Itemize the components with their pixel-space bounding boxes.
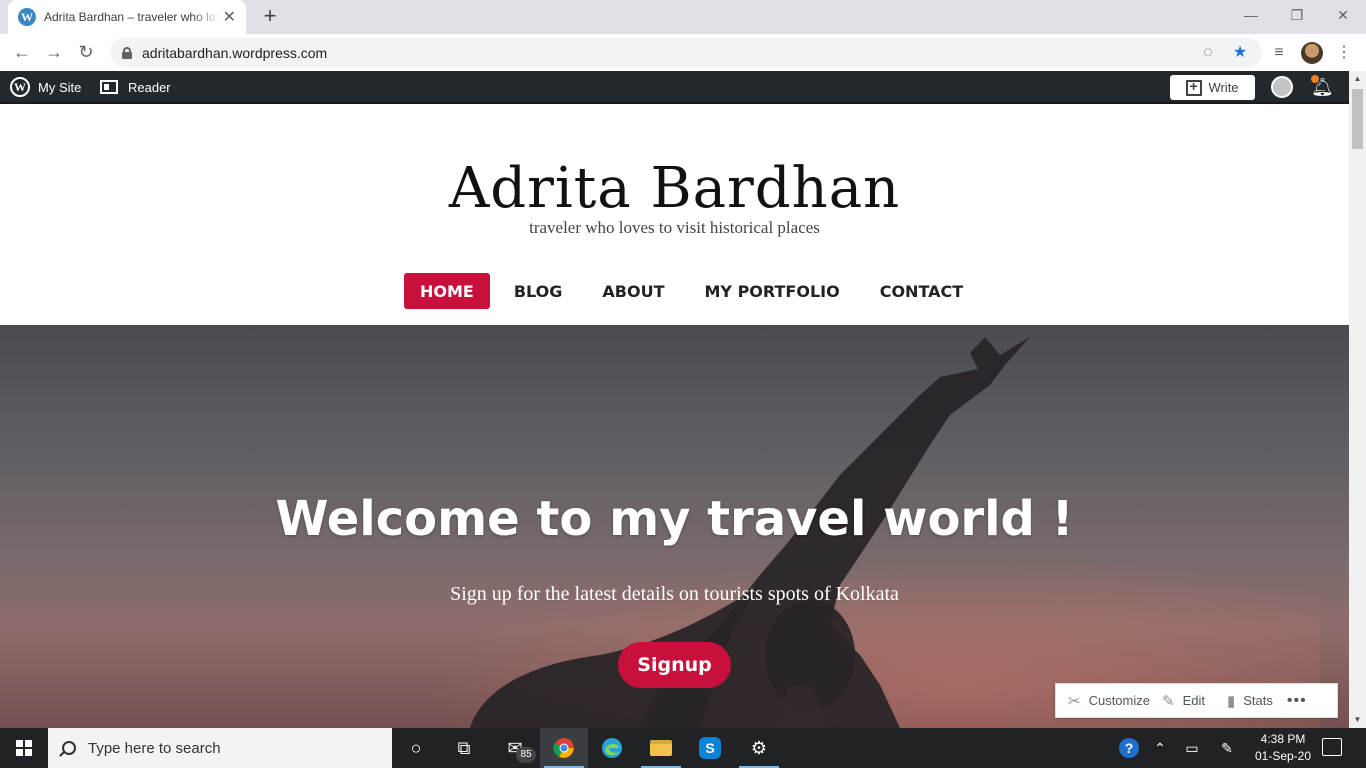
cortana-icon[interactable]: ○ — [392, 728, 440, 768]
scroll-down-icon[interactable]: ▼ — [1349, 712, 1366, 728]
chrome-logo-icon — [553, 738, 574, 758]
edge-app-icon[interactable] — [588, 728, 636, 768]
minimize-button[interactable]: — — [1228, 0, 1274, 30]
taskbar-clock[interactable]: 4:38 PM 01-Sep-20 — [1250, 731, 1316, 765]
taskbar-search[interactable]: Type here to search — [48, 728, 392, 768]
hero-section: Welcome to my travel world ! Sign up for… — [0, 325, 1349, 728]
menu-item-my-portfolio[interactable]: MY PORTFOLIO — [689, 273, 856, 309]
media-control-icon[interactable]: ≡ — [1269, 43, 1289, 63]
reader-link[interactable]: Reader — [100, 71, 171, 103]
forward-button[interactable]: → — [42, 40, 66, 64]
scrollbar-thumb[interactable] — [1352, 89, 1363, 149]
back-button[interactable]: ← — [10, 40, 34, 64]
menu-item-contact[interactable]: CONTACT — [864, 273, 979, 309]
tab-title: Adrita Bardhan – traveler who loves to v… — [44, 10, 219, 24]
lock-icon — [122, 46, 132, 59]
menu-item-about[interactable]: ABOUT — [586, 273, 680, 309]
more-options-icon[interactable]: ••• — [1287, 692, 1307, 710]
primary-menu: HOME BLOG ABOUT MY PORTFOLIO CONTACT — [404, 273, 987, 309]
site-title[interactable]: Adrita Bardhan — [0, 156, 1349, 221]
wordpress-logo-icon: W — [10, 77, 30, 97]
stats-button[interactable]: ▮ Stats — [1227, 692, 1273, 710]
search-placeholder: Type here to search — [88, 739, 221, 757]
skype-app-icon[interactable]: S — [686, 728, 734, 768]
file-explorer-icon[interactable] — [637, 728, 685, 768]
hero-title: Welcome to my travel world ! — [275, 491, 1074, 547]
browser-menu-icon[interactable]: ⋮ — [1334, 43, 1354, 63]
browser-tab[interactable]: W Adrita Bardhan – traveler who loves to… — [8, 0, 246, 34]
restore-button[interactable]: ❐ — [1274, 0, 1320, 30]
wp-admin-bar: W My Site Reader Write 🔔︎ — [0, 71, 1349, 104]
action-center-icon[interactable] — [1322, 738, 1342, 756]
site-tagline: traveler who loves to visit historical p… — [529, 218, 820, 237]
site-edit-toolbar: ✂ Customize ✎ Edit ▮ Stats ••• — [1055, 683, 1338, 718]
clock-time: 4:38 PM — [1260, 732, 1306, 746]
search-icon — [62, 741, 76, 755]
windows-logo-icon — [16, 740, 32, 756]
edit-label: Edit — [1182, 693, 1205, 708]
gear-icon: ⚙ — [750, 737, 768, 758]
tracking-blocked-icon[interactable]: ◌ — [1198, 43, 1218, 63]
bar-chart-icon: ▮ — [1226, 692, 1236, 710]
my-site-link[interactable]: W My Site — [10, 71, 81, 103]
reload-button[interactable]: ↻ — [74, 40, 98, 64]
pen-workspace-icon[interactable]: ✎ — [1210, 728, 1244, 768]
edit-button[interactable]: ✎ Edit — [1162, 692, 1205, 710]
address-bar[interactable]: adritabardhan.wordpress.com — [110, 38, 1262, 67]
page-scrollbar[interactable]: ▲ ▼ — [1349, 71, 1366, 728]
mail-unread-badge: 85 — [516, 747, 536, 763]
site-page: Adrita Bardhan traveler who loves to vis… — [0, 104, 1349, 728]
new-tab-button[interactable]: + — [258, 4, 282, 28]
write-icon — [1186, 78, 1203, 96]
skype-logo-icon: S — [699, 737, 721, 759]
help-icon[interactable]: ? — [1114, 728, 1144, 768]
bookmark-star-icon[interactable]: ★ — [1230, 43, 1250, 63]
start-button[interactable] — [0, 728, 48, 768]
folder-icon — [650, 740, 672, 756]
customize-label: Customize — [1088, 693, 1150, 708]
windows-taskbar: Type here to search ○ ⧉ ✉ S ⚙ ? ⌃ ▭ ✎ 4:… — [0, 728, 1366, 768]
wordpress-favicon-icon: W — [18, 8, 36, 26]
reader-label: Reader — [128, 79, 171, 95]
write-button[interactable]: Write — [1170, 75, 1255, 100]
tools-icon: ✂ — [1068, 692, 1081, 710]
user-avatar[interactable] — [1271, 76, 1293, 98]
chrome-app-icon[interactable] — [540, 728, 588, 768]
profile-avatar[interactable] — [1301, 42, 1323, 64]
browser-toolbar: ← → ↻ adritabardhan.wordpress.com ◌ ★ ≡ … — [0, 34, 1366, 71]
task-view-icon[interactable]: ⧉ — [440, 728, 488, 768]
menu-item-blog[interactable]: BLOG — [498, 273, 579, 309]
signup-button[interactable]: Signup — [618, 642, 731, 688]
scroll-up-icon[interactable]: ▲ — [1349, 71, 1366, 87]
stats-label: Stats — [1243, 693, 1273, 708]
battery-icon[interactable]: ▭ — [1178, 728, 1206, 768]
question-icon: ? — [1119, 738, 1139, 758]
clock-date: 01-Sep-20 — [1254, 749, 1312, 763]
notification-dot — [1311, 75, 1319, 83]
close-window-button[interactable]: ✕ — [1320, 0, 1366, 30]
show-hidden-icons[interactable]: ⌃ — [1148, 728, 1172, 768]
customize-button[interactable]: ✂ Customize — [1068, 692, 1150, 710]
write-label: Write — [1208, 80, 1239, 95]
hero-subtitle: Sign up for the latest details on touris… — [450, 583, 899, 605]
reader-icon — [100, 80, 118, 94]
my-site-label: My Site — [38, 79, 82, 95]
url-text: adritabardhan.wordpress.com — [142, 44, 328, 61]
pencil-icon: ✎ — [1162, 692, 1175, 710]
browser-tabstrip: W Adrita Bardhan – traveler who loves to… — [0, 0, 1366, 34]
edge-logo-icon — [602, 738, 622, 758]
menu-item-home[interactable]: HOME — [404, 273, 490, 309]
close-tab-icon[interactable]: ✕ — [223, 7, 236, 27]
settings-app-icon[interactable]: ⚙ — [735, 728, 783, 768]
